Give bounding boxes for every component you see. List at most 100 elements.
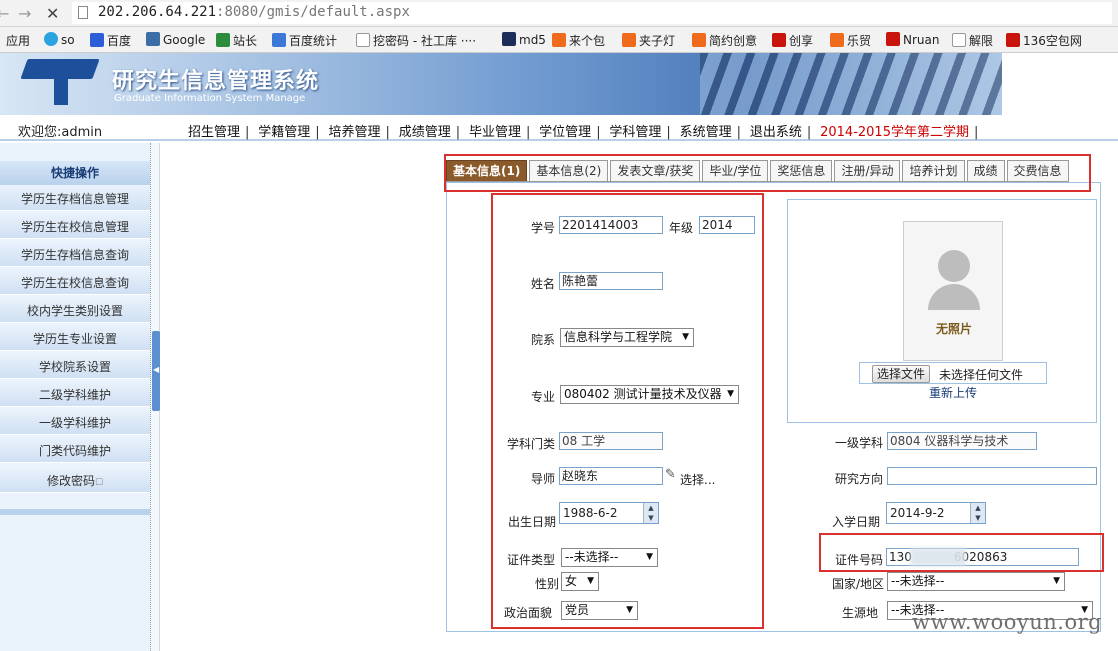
so-icon	[44, 32, 58, 46]
advisor-field[interactable]: 赵晓东	[559, 467, 663, 485]
spin-down-icon: ▼	[975, 514, 981, 522]
tab-training-plan[interactable]: 培养计划	[902, 160, 965, 182]
bookmark-zhanzhang[interactable]: 站长	[216, 32, 257, 49]
sidebar-item[interactable]: 二级学科维护	[0, 383, 150, 407]
select-advisor-link[interactable]: 选择...	[680, 471, 715, 488]
grid-icon	[502, 32, 516, 46]
major-select[interactable]: 080402 测试计量技术及仪器 ▼	[560, 385, 739, 404]
grade-field[interactable]: 2014	[699, 216, 755, 234]
sidebar-item[interactable]: 校内学生类别设置	[0, 299, 150, 323]
nav-item[interactable]: 成绩管理 |	[399, 125, 465, 140]
browser-address-bar: ← → ✕ 202.206.64.221:8080/gmis/default.a…	[0, 0, 1118, 27]
bookmark-136[interactable]: 136空包网	[1006, 32, 1082, 49]
primary-discipline-label: 一级学科	[835, 436, 884, 450]
nav-menu: 招生管理 | 学籍管理 | 培养管理 | 成绩管理 | 毕业管理 | 学位管理 | 学科管理…	[188, 121, 983, 140]
primary-discipline-field[interactable]: 0804 仪器科学与技术	[887, 432, 1037, 450]
id-number-label: 证件号码	[835, 553, 884, 567]
bookmark-laigebao[interactable]: 来个包	[552, 32, 605, 49]
page-icon	[356, 33, 370, 47]
nav-item[interactable]: 系统管理 |	[680, 125, 746, 140]
bookmark-google[interactable]: Google	[146, 32, 205, 47]
tab-grades[interactable]: 成绩	[966, 160, 1005, 182]
gender-select[interactable]: 女 ▼	[561, 572, 599, 591]
tab-publications[interactable]: 发表文章/获奖	[610, 160, 701, 182]
bookmark-apps[interactable]: 应用	[6, 32, 30, 49]
gender-label: 性别	[535, 577, 560, 591]
department-label: 院系	[531, 333, 556, 347]
reupload-link[interactable]: 重新上传	[929, 384, 977, 401]
department-select[interactable]: 信息科学与工程学院 ▼	[560, 328, 694, 347]
name-label: 姓名	[531, 277, 556, 291]
research-direction-field[interactable]	[887, 467, 1097, 485]
stop-icon[interactable]: ✕	[46, 4, 59, 23]
tab-rewards[interactable]: 奖惩信息	[770, 160, 833, 182]
collapse-arrow-icon: ◀	[153, 365, 160, 374]
bookmark-jianyue[interactable]: 简约创意	[692, 32, 757, 49]
sidebar-item[interactable]: 学历生存档信息查询	[0, 243, 150, 267]
country-select[interactable]: --未选择-- ▼	[887, 572, 1065, 591]
sidebar-item[interactable]: 学历生专业设置	[0, 327, 150, 351]
spin-up-icon: ▲	[975, 504, 981, 512]
forward-icon[interactable]: →	[18, 4, 31, 23]
back-icon[interactable]: ←	[0, 4, 9, 23]
sidebar-item[interactable]: 学历生在校信息查询	[0, 271, 150, 295]
nav-item[interactable]: 培养管理 |	[328, 125, 394, 140]
id-type-label: 证件类型	[507, 553, 556, 567]
select-advisor-icon[interactable]: ✎	[665, 467, 676, 482]
tab-fees[interactable]: 交费信息	[1006, 160, 1069, 182]
sidebar-splitter[interactable]: ◀	[150, 143, 160, 651]
bookmark-jiexian[interactable]: 解限	[952, 32, 993, 49]
spinner-buttons[interactable]: ▲ ▼	[970, 503, 985, 523]
bookmark-lemao[interactable]: 乐贸	[830, 32, 871, 49]
nav-logout[interactable]: 退出系统 |	[750, 125, 816, 140]
nav-item[interactable]: 学籍管理 |	[258, 125, 324, 140]
nav-item[interactable]: 学位管理 |	[539, 125, 605, 140]
bookmark-nruan[interactable]: Nruan	[886, 32, 939, 47]
taobao-icon	[552, 33, 566, 47]
bookmark-sgk[interactable]: 挖密码 - 社工库 ····	[356, 32, 476, 49]
id-type-select[interactable]: --未选择-- ▼	[561, 548, 658, 567]
page-icon	[78, 6, 88, 19]
no-file-text: 未选择任何文件	[939, 368, 1024, 382]
enroll-date-label: 入学日期	[832, 515, 881, 529]
bookmark-so[interactable]: so	[44, 32, 75, 47]
sidebar-item[interactable]: 学校院系设置	[0, 355, 150, 379]
url-field[interactable]: 202.206.64.221:8080/gmis/default.aspx	[72, 2, 1112, 24]
tab-basic-info-2[interactable]: 基本信息(2)	[529, 160, 609, 182]
bookmark-baidu-stats[interactable]: 百度统计	[272, 32, 337, 49]
tab-strip: 基本信息(1) 基本信息(2) 发表文章/获奖 毕业/学位 奖惩信息 注册/异动 培养计划成…	[446, 160, 1071, 182]
photo-placeholder: 无照片	[903, 221, 1003, 361]
bookmark-jiazideng[interactable]: 夹子灯	[622, 32, 675, 49]
collapse-handle[interactable]: ◀	[152, 331, 160, 411]
sidebar-item[interactable]: 门类代码维护	[0, 439, 150, 463]
bookmark-md5[interactable]: md5	[502, 32, 546, 47]
birth-date-spinner[interactable]: 1988-6-2 ▲ ▼	[559, 502, 659, 524]
grade-label: 年级	[669, 221, 694, 235]
political-select[interactable]: 党员 ▼	[561, 601, 638, 620]
spinner-buttons[interactable]: ▲ ▼	[643, 503, 658, 523]
tab-registration[interactable]: 注册/异动	[834, 160, 901, 182]
student-id-label: 学号	[531, 221, 556, 235]
sidebar-item[interactable]: 学历生在校信息管理	[0, 215, 150, 239]
bookmark-chuangxiang[interactable]: 创享	[772, 32, 813, 49]
dropdown-arrow-icon: ▼	[682, 332, 689, 342]
nav-item[interactable]: 学科管理 |	[609, 125, 675, 140]
sidebar: 快捷操作 学历生存档信息管理 学历生在校信息管理 学历生存档信息查询 学历生在校…	[0, 143, 150, 651]
dropdown-arrow-icon: ▼	[646, 552, 653, 562]
watermark: www.wooyun.org	[912, 610, 1103, 634]
discipline-category-field[interactable]: 08 工学	[559, 432, 663, 450]
dropdown-arrow-icon: ▼	[587, 576, 594, 586]
bookmark-baidu[interactable]: 百度	[90, 32, 131, 49]
sidebar-item[interactable]: 一级学科维护	[0, 411, 150, 435]
sidebar-item[interactable]: 学历生存档信息管理	[0, 187, 150, 211]
tab-basic-info-1[interactable]: 基本信息(1)	[446, 160, 528, 182]
taobao-icon	[622, 33, 636, 47]
nav-item[interactable]: 招生管理 |	[188, 125, 254, 140]
student-id-field[interactable]: 2201414003	[559, 216, 663, 234]
name-field[interactable]: 陈艳蕾	[559, 272, 663, 290]
change-password-item[interactable]: 修改密码☐	[0, 469, 150, 493]
choose-file-button[interactable]: 选择文件	[872, 365, 931, 383]
tab-graduation[interactable]: 毕业/学位	[702, 160, 769, 182]
nav-item[interactable]: 毕业管理 |	[469, 125, 535, 140]
enroll-date-spinner[interactable]: 2014-9-2 ▲ ▼	[886, 502, 986, 524]
